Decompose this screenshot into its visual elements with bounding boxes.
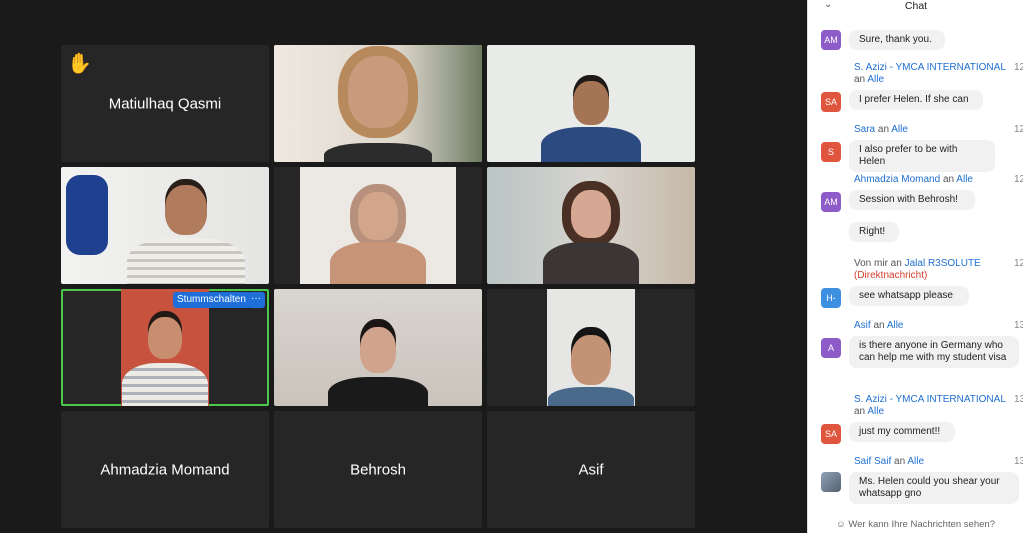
- avatar: [821, 472, 841, 492]
- message-recipient: an Alle: [854, 74, 884, 85]
- raised-hand-icon: ✋: [67, 53, 92, 75]
- message-bubble: Right!: [849, 222, 899, 242]
- participant-tile-matiulhaq[interactable]: ✋ Matiulhaq Qasmi: [61, 45, 269, 162]
- participant-video-3[interactable]: [61, 167, 269, 284]
- participant-video-active[interactable]: Stummschalten ···: [61, 289, 269, 406]
- participant-name: Matiulhaq Qasmi: [108, 95, 222, 112]
- video-feed: [487, 167, 695, 284]
- recipient-name[interactable]: Alle: [907, 456, 924, 467]
- video-feed: [61, 167, 269, 284]
- participant-tile-behrosh[interactable]: Behrosh: [274, 411, 482, 528]
- message-sender: Asif an Alle: [854, 320, 904, 331]
- participant-tile-ahmadzia[interactable]: Ahmadzia Momand: [61, 411, 269, 528]
- participant-figure: [328, 180, 428, 284]
- message-time: 12: [1014, 124, 1023, 135]
- participant-figure: [126, 180, 246, 284]
- video-feed: [547, 289, 635, 406]
- mute-button[interactable]: Stummschalten: [173, 292, 250, 308]
- video-grid: ✋ Matiulhaq Qasmi Stummschalten ··· Ahma…: [0, 0, 807, 533]
- participant-tile-asif[interactable]: Asif: [487, 411, 695, 528]
- avatar: SA: [821, 92, 841, 112]
- avatar: AM: [821, 30, 841, 50]
- video-feed: [487, 45, 695, 162]
- chat-visibility-link[interactable]: ☺ Wer kann Ihre Nachrichten sehen?: [808, 519, 1023, 530]
- message-bubble: I also prefer to be with Helen: [849, 140, 995, 172]
- recipient-prefix: an: [854, 74, 866, 85]
- video-feed: [274, 45, 482, 162]
- sender-name[interactable]: S. Azizi - YMCA INTERNATIONAL: [854, 394, 1006, 405]
- participant-figure: [323, 48, 433, 162]
- message-time: 12: [1014, 174, 1023, 185]
- participant-figure: [536, 73, 646, 162]
- participant-name: Asif: [578, 461, 604, 478]
- participant-video-1[interactable]: [274, 45, 482, 162]
- message-sender: Von mir an Jalal R3SOLUTE: [854, 258, 981, 269]
- message-bubble: Ms. Helen could you shear your whatsapp …: [849, 472, 1019, 504]
- message-bubble: Session with Behrosh!: [849, 190, 975, 210]
- message-bubble: I prefer Helen. If she can: [849, 90, 983, 110]
- participant-figure: [122, 307, 208, 406]
- sender-name[interactable]: Asif: [854, 320, 871, 331]
- participant-video-6[interactable]: [274, 289, 482, 406]
- sender-name[interactable]: Ahmadzia Momand: [854, 174, 940, 185]
- avatar: SA: [821, 424, 841, 444]
- chat-title: Chat: [904, 0, 928, 12]
- participant-figure: [548, 307, 634, 406]
- sender-prefix: Von mir an: [854, 258, 902, 269]
- participant-figure: [541, 180, 641, 284]
- chat-header: ⌄ Chat: [808, 0, 1023, 14]
- participant-name: Ahmadzia Momand: [100, 461, 230, 478]
- message-sender: S. Azizi - YMCA INTERNATIONAL: [854, 62, 1006, 73]
- message-sender: S. Azizi - YMCA INTERNATIONAL: [854, 394, 1006, 405]
- recipient-name[interactable]: Alle: [891, 124, 908, 135]
- message-sender: Saif Saif an Alle: [854, 456, 924, 467]
- recipient-name[interactable]: Alle: [956, 174, 973, 185]
- participant-video-2[interactable]: [487, 45, 695, 162]
- message-sender: Ahmadzia Momand an Alle: [854, 174, 973, 185]
- recipient-name[interactable]: Alle: [867, 406, 884, 417]
- sender-name[interactable]: S. Azizi - YMCA INTERNATIONAL: [854, 62, 1006, 73]
- message-time: 12: [1014, 62, 1023, 73]
- recipient-prefix: an: [942, 174, 955, 185]
- recipient-prefix: an: [894, 456, 906, 467]
- participant-video-7[interactable]: [487, 289, 695, 406]
- direct-message-label: (Direktnachricht): [854, 270, 928, 281]
- message-time: 13: [1014, 456, 1023, 467]
- participant-figure: [328, 307, 428, 406]
- message-time: 13: [1014, 394, 1023, 405]
- message-bubble: is there anyone in Germany who can help …: [849, 336, 1019, 368]
- message-bubble: see whatsapp please: [849, 286, 969, 306]
- message-time: 13: [1014, 320, 1023, 331]
- message-recipient: an Alle: [854, 406, 884, 417]
- chat-panel: ⌄ Chat AM Sure, thank you. S. Azizi - YM…: [807, 0, 1023, 533]
- video-feed: [274, 289, 482, 406]
- recipient-prefix: an: [877, 124, 890, 135]
- recipient-name[interactable]: Alle: [887, 320, 904, 331]
- message-bubble: Sure, thank you.: [849, 30, 945, 50]
- more-options-button[interactable]: ···: [247, 292, 265, 308]
- video-feed: [300, 167, 456, 284]
- avatar: AM: [821, 192, 841, 212]
- message-time: 12: [1014, 258, 1023, 269]
- sender-name[interactable]: Sara: [854, 124, 875, 135]
- participant-video-5[interactable]: [487, 167, 695, 284]
- sender-name[interactable]: Saif Saif: [854, 456, 891, 467]
- participant-video-4[interactable]: [274, 167, 482, 284]
- recipient-prefix: an: [873, 320, 885, 331]
- recipient-name[interactable]: Alle: [867, 74, 884, 85]
- recipient-prefix: an: [854, 406, 866, 417]
- message-sender: Sara an Alle: [854, 124, 908, 135]
- recipient-name[interactable]: Jalal R3SOLUTE: [905, 258, 981, 269]
- people-icon: ☺: [836, 519, 846, 530]
- avatar: A: [821, 338, 841, 358]
- avatar: H-: [821, 288, 841, 308]
- participant-name: Behrosh: [350, 461, 406, 478]
- message-bubble: just my comment!!: [849, 422, 955, 442]
- avatar: S: [821, 142, 841, 162]
